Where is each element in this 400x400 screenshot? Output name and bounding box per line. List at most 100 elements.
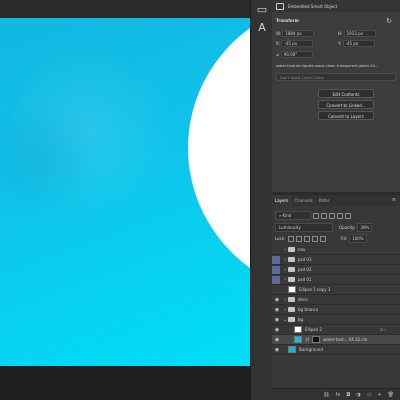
- eye-icon[interactable]: ◉: [272, 317, 282, 323]
- filter-adjustment-icon[interactable]: [321, 212, 327, 219]
- lock-position-icon[interactable]: [304, 235, 311, 242]
- eye-icon[interactable]: ◉: [272, 337, 282, 343]
- visibility-color-box[interactable]: [272, 265, 280, 274]
- transform-title: Transform: [276, 18, 299, 23]
- layer-row[interactable]: ◉ › bg branco: [272, 305, 400, 315]
- y-value[interactable]: -45 px: [342, 40, 375, 47]
- lock-transparent-icon[interactable]: [288, 235, 295, 242]
- width-field[interactable]: W: 1884 px: [276, 30, 315, 37]
- folder-icon: [288, 307, 295, 312]
- layer-name: bg: [298, 317, 304, 322]
- folder-icon: [288, 317, 295, 322]
- layer-name: nav: [298, 247, 306, 252]
- layer-mask-thumbnail[interactable]: [312, 336, 321, 343]
- filter-pixel-icon[interactable]: [313, 212, 319, 219]
- smart-object-thumbnail: [294, 336, 302, 343]
- layer-name: Background: [299, 347, 323, 352]
- fill-label: Fill:: [340, 236, 348, 241]
- folder-icon: [288, 297, 295, 302]
- layer-comp-dropdown[interactable]: Don't Apply Layer Comp: [276, 73, 396, 81]
- angle-value[interactable]: 90.00°: [280, 51, 313, 58]
- layer-row[interactable]: › psd 01: [272, 275, 400, 285]
- layer-row[interactable]: ◉ Background: [272, 345, 400, 355]
- visibility-off[interactable]: [272, 286, 282, 294]
- height-field[interactable]: H: 1913 px: [338, 30, 376, 37]
- fx-icon[interactable]: fx: [336, 392, 341, 398]
- width-value[interactable]: 1884 px: [282, 30, 315, 37]
- layer-name: psd 03: [298, 257, 312, 262]
- add-mask-icon[interactable]: ◘: [346, 392, 350, 398]
- lock-all-icon[interactable]: [320, 235, 327, 242]
- layer-row[interactable]: › nav: [272, 245, 400, 255]
- layer-row[interactable]: ◉ ⌄ bg: [272, 315, 400, 325]
- reset-transform-icon[interactable]: ↻: [386, 17, 392, 25]
- eye-icon[interactable]: ◉: [272, 307, 282, 313]
- layer-row[interactable]: › psd 02: [272, 265, 400, 275]
- source-file-path: water-texture-ripples-wave-clean-transpa…: [276, 64, 379, 68]
- visibility-color-box[interactable]: [272, 275, 280, 284]
- filter-row: ⌕ Kind: [275, 211, 351, 220]
- effects-icon[interactable]: ⊙ ›: [380, 327, 386, 332]
- filter-kind-label: Kind: [282, 213, 292, 218]
- layer-list: › nav › psd 03 › psd 02 › psd 01 Ellipse…: [272, 245, 400, 385]
- x-value[interactable]: -45 px: [281, 40, 314, 47]
- properties-header: Embedded Smart Object: [272, 0, 400, 12]
- layer-row[interactable]: › psd 03: [272, 255, 400, 265]
- panel-menu-icon[interactable]: ≡: [392, 195, 396, 206]
- layer-row[interactable]: ◉ Ellipse 2 ⊙ ›: [272, 325, 400, 335]
- adjustment-icon[interactable]: ◑: [356, 392, 360, 398]
- layer-name: psd 02: [298, 267, 312, 272]
- comment-icon[interactable]: ▭: [256, 4, 268, 16]
- angle-field[interactable]: ∠ 90.00°: [276, 51, 313, 58]
- eye-icon[interactable]: ◉: [272, 297, 282, 303]
- canvas-top-bar: [0, 0, 250, 18]
- folder-icon: [288, 277, 295, 282]
- lock-image-icon[interactable]: [296, 235, 303, 242]
- lock-artboard-icon[interactable]: [312, 235, 319, 242]
- fill-value[interactable]: 100%: [349, 234, 367, 243]
- visibility-off[interactable]: [272, 246, 282, 254]
- new-layer-icon[interactable]: +: [377, 392, 381, 398]
- document-canvas[interactable]: [0, 18, 250, 366]
- blend-mode-dropdown[interactable]: Luminosity: [275, 223, 333, 232]
- filter-kind-dropdown[interactable]: ⌕ Kind: [275, 211, 311, 220]
- link-layers-icon[interactable]: ⛓: [323, 392, 329, 398]
- convert-to-layers-button[interactable]: Convert to Layers: [318, 111, 374, 120]
- layer-name: Ellipse 2: [305, 327, 322, 332]
- convert-to-linked-button[interactable]: Convert to Linked...: [318, 100, 374, 109]
- y-field[interactable]: Y: -45 px: [338, 40, 375, 47]
- layer-row-selected[interactable]: ◉ ⛓ water-text... 04 32 c/o: [272, 335, 400, 345]
- new-group-icon[interactable]: ▭: [367, 392, 372, 398]
- lock-label: Lock:: [275, 236, 286, 241]
- shape-thumbnail: [288, 286, 296, 293]
- character-icon[interactable]: A: [256, 22, 268, 34]
- layer-row[interactable]: ◉ › deco: [272, 295, 400, 305]
- tab-layers[interactable]: Layers: [272, 195, 292, 206]
- eye-icon[interactable]: ◉: [272, 347, 282, 353]
- filter-smart-object-icon[interactable]: [345, 212, 351, 219]
- visibility-color-box[interactable]: [272, 255, 280, 264]
- link-icon[interactable]: ⛓: [305, 337, 310, 342]
- edit-contents-button[interactable]: Edit Contents: [318, 89, 374, 98]
- layer-name: deco: [298, 297, 308, 302]
- tab-channels[interactable]: Channels: [291, 195, 316, 206]
- white-ellipse-shape: [188, 18, 250, 298]
- smart-object-icon: [276, 2, 284, 10]
- tab-paths[interactable]: Paths: [316, 195, 333, 206]
- x-field[interactable]: X: -45 px: [276, 40, 314, 47]
- folder-icon: [288, 267, 295, 272]
- layer-row[interactable]: Ellipse 1 copy 3: [272, 285, 400, 295]
- canvas-area: [0, 0, 250, 400]
- lock-row: Lock: Fill: 100%: [275, 234, 367, 243]
- trash-icon[interactable]: 🗑: [388, 392, 394, 398]
- filter-shape-icon[interactable]: [337, 212, 343, 219]
- canvas-bottom-bar: [0, 366, 250, 400]
- layer-name: Ellipse 1 copy 3: [299, 287, 331, 292]
- opacity-label: Opacity:: [339, 225, 356, 230]
- eye-icon[interactable]: ◉: [272, 327, 282, 333]
- opacity-value[interactable]: 39%: [357, 223, 373, 232]
- filter-type-icon[interactable]: [329, 212, 335, 219]
- height-value[interactable]: 1913 px: [343, 30, 376, 37]
- folder-icon: [288, 247, 295, 252]
- folder-icon: [288, 257, 295, 262]
